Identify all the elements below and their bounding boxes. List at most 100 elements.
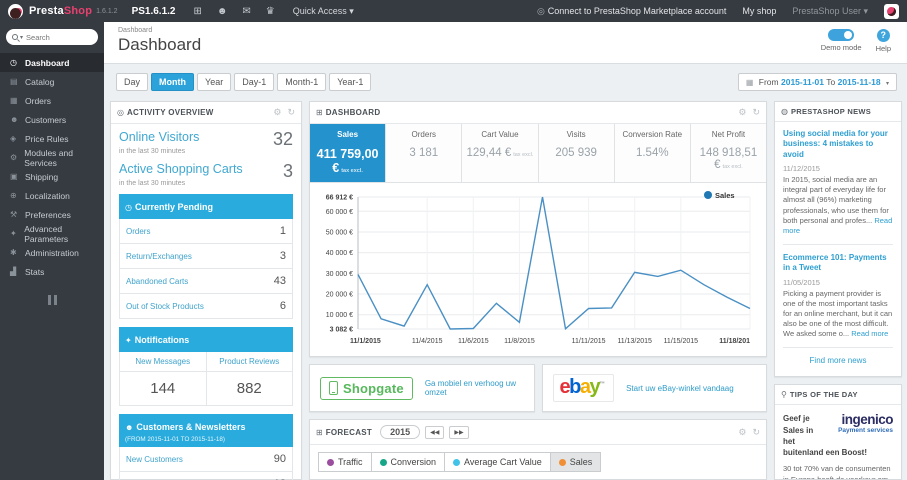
achievements-icon[interactable]: ♛	[266, 6, 275, 17]
range-button-year[interactable]: Year	[197, 73, 232, 91]
kpi-label: Visits	[566, 130, 586, 139]
forecast-legend-sales[interactable]: Sales	[549, 452, 602, 472]
active-carts-link[interactable]: Active Shopping Carts 3	[119, 162, 293, 180]
sidebar-item-catalog[interactable]: ▤ Catalog	[0, 72, 104, 91]
activity-row-orders[interactable]: Orders 1	[120, 219, 292, 244]
help-icon[interactable]: ?	[876, 29, 890, 42]
marketplace-link[interactable]: ◎ Connect to PrestaShop Marketplace accou…	[537, 6, 726, 17]
kpi-tab-sales[interactable]: Sales 411 759,00 € tax excl.	[310, 124, 387, 182]
activity-icon: ◎	[117, 108, 124, 117]
customers-newsletters-header: ☻ Customers & Newsletters (FROM 2015-11-0…	[119, 414, 293, 447]
range-button-day-1[interactable]: Day-1	[234, 73, 275, 91]
cart-icon[interactable]: ⊞	[193, 6, 201, 17]
kpi-tab-conversion-rate[interactable]: Conversion Rate 1.54%	[614, 124, 691, 182]
ebay-link[interactable]: Start uw eBay-winkel vandaag	[626, 384, 734, 393]
forecast-next-button[interactable]: ▶▶	[449, 425, 469, 439]
legend-label: Average Cart Value	[464, 457, 542, 467]
kpi-tab-net-profit[interactable]: Net Profit 148 918,51 € tax excl.	[690, 124, 767, 182]
gear-icon[interactable]: ⚙	[273, 107, 281, 118]
refresh-icon[interactable]: ↻	[752, 107, 760, 118]
news-article-date: 11/05/2015	[783, 277, 820, 287]
svg-text:20 000 €: 20 000 €	[326, 292, 353, 299]
page-header: Dashboard Dashboard Demo mode ? Help	[104, 22, 907, 64]
chevron-down-icon[interactable]: ▾	[20, 34, 23, 41]
date-range-picker[interactable]: ▦ From 2015-11-01 To 2015-11-18 ▾	[737, 72, 897, 91]
news-article-title[interactable]: Ecommerce 101: Payments in a Tweet	[783, 253, 893, 274]
sidebar-item-orders[interactable]: ▦ Orders	[0, 91, 104, 110]
sidebar-search[interactable]: ▾	[6, 29, 98, 45]
find-more-news-link[interactable]: Find more news	[783, 356, 893, 365]
online-visitors-link[interactable]: Online Visitors 32	[119, 130, 293, 148]
sidebar-item-label: Localization	[25, 190, 70, 201]
read-more-link[interactable]: Read more	[851, 329, 888, 338]
activity-row-new-subscriptions[interactable]: New Subscriptions18	[120, 472, 292, 480]
forecast-legend-traffic[interactable]: Traffic	[318, 452, 371, 472]
sidebar-item-stats[interactable]: ▟ Stats	[0, 262, 104, 281]
forecast-prev-button[interactable]: ◀◀	[425, 425, 445, 439]
row-label: New Customers	[126, 454, 183, 464]
svg-text:11/13/2015: 11/13/2015	[617, 338, 652, 345]
messages-icon[interactable]: ✉	[242, 6, 250, 17]
shopgate-module: Shopgate Ga mobiel en verhoog uw omzet	[309, 364, 535, 412]
demo-mode-label: Demo mode	[820, 43, 862, 52]
forecast-panel: ⊞ FORECAST 2015 ◀◀ ▶▶ ⚙ ↻ Traffic Convers…	[309, 419, 767, 480]
activity-row-out-of-stock-products[interactable]: Out of Stock Products 6	[120, 294, 292, 318]
range-button-month-1[interactable]: Month-1	[277, 73, 327, 91]
row-label: Abandoned Carts	[126, 276, 189, 286]
sidebar-item-administration[interactable]: ✱ Administration	[0, 243, 104, 262]
user-menu[interactable]: PrestaShop User ▾	[792, 6, 868, 17]
forecast-legend-average-cart-value[interactable]: Average Cart Value	[444, 452, 550, 472]
currently-pending-header: ◷ Currently Pending	[119, 194, 293, 219]
sidebar-item-label: Preferences	[25, 209, 71, 220]
refresh-icon[interactable]: ↻	[752, 427, 760, 438]
kpi-tab-orders[interactable]: Orders 3 181	[386, 124, 463, 182]
sidebar-item-label: Catalog	[25, 76, 55, 87]
kpi-suffix: tax excl.	[722, 164, 743, 170]
kpi-tab-visits[interactable]: Visits 205 939	[538, 124, 615, 182]
gear-icon[interactable]: ⚙	[738, 107, 746, 118]
clock-icon: ◷	[125, 203, 132, 212]
catalog-icon: ▤	[10, 77, 18, 86]
profile-icon[interactable]: ☻	[217, 6, 228, 17]
sidebar-item-dashboard[interactable]: ◷ Dashboard	[0, 53, 104, 72]
legend-label: Traffic	[338, 457, 363, 467]
gear-icon[interactable]: ⚙	[738, 427, 746, 438]
activity-row-abandoned-carts[interactable]: Abandoned Carts 43	[120, 269, 292, 294]
refresh-icon[interactable]: ↻	[287, 107, 295, 118]
user-avatar[interactable]	[884, 3, 899, 19]
sidebar-collapse-button[interactable]	[42, 295, 62, 305]
range-button-month[interactable]: Month	[151, 73, 195, 91]
range-button-year-1[interactable]: Year-1	[329, 73, 372, 91]
search-input[interactable]	[26, 32, 92, 42]
range-button-day[interactable]: Day	[116, 73, 149, 91]
sidebar-item-customers[interactable]: ☻ Customers	[0, 110, 104, 129]
svg-text:30 000 €: 30 000 €	[326, 271, 353, 278]
read-more-link[interactable]: Read more	[783, 216, 892, 235]
sidebar-item-modules-and-services[interactable]: ⚙ Modules and Services	[0, 148, 104, 168]
sales-line-chart: 66 912 € 60 000 € 50 000 € 40 000 € 30 000 €…	[326, 191, 751, 345]
kpi-tab-cart-value[interactable]: Cart Value 129,44 € tax excl.	[462, 124, 539, 182]
kpi-suffix: tax excl.	[513, 152, 534, 158]
traffic-dot-icon	[327, 458, 334, 466]
quick-access-menu[interactable]: Quick Access ▾	[293, 6, 354, 17]
news-article-title[interactable]: Using social media for your business: 4 …	[783, 129, 893, 160]
sidebar-item-advanced-parameters[interactable]: ✦ Advanced Parameters	[0, 224, 104, 244]
forecast-year-badge[interactable]: 2015	[380, 425, 421, 439]
notification-new-messages[interactable]: New Messages 144	[120, 352, 207, 405]
sidebar-item-price-rules[interactable]: ◈ Price Rules	[0, 129, 104, 148]
sidebar-item-preferences[interactable]: ⚒ Preferences	[0, 205, 104, 224]
shipping-icon: ▣	[10, 172, 18, 181]
customers-icon: ☻	[125, 423, 134, 432]
activity-row-new-customers[interactable]: New Customers 90	[120, 447, 292, 472]
shopgate-link[interactable]: Ga mobiel en verhoog uw omzet	[425, 379, 524, 397]
sidebar-item-localization[interactable]: ⊕ Localization	[0, 186, 104, 205]
activity-row-return-exchanges[interactable]: Return/Exchanges 3	[120, 244, 292, 269]
notification-label: New Messages	[120, 352, 206, 372]
notification-product-reviews[interactable]: Product Reviews 882	[206, 352, 292, 405]
sidebar-item-shipping[interactable]: ▣ Shipping	[0, 167, 104, 186]
my-shop-link[interactable]: My shop	[742, 6, 776, 16]
forecast-legend-conversion[interactable]: Conversion	[370, 452, 445, 472]
row-value: 6	[279, 300, 286, 312]
ebay-logo: ebay™	[552, 374, 615, 402]
demo-mode-toggle[interactable]	[828, 29, 855, 41]
